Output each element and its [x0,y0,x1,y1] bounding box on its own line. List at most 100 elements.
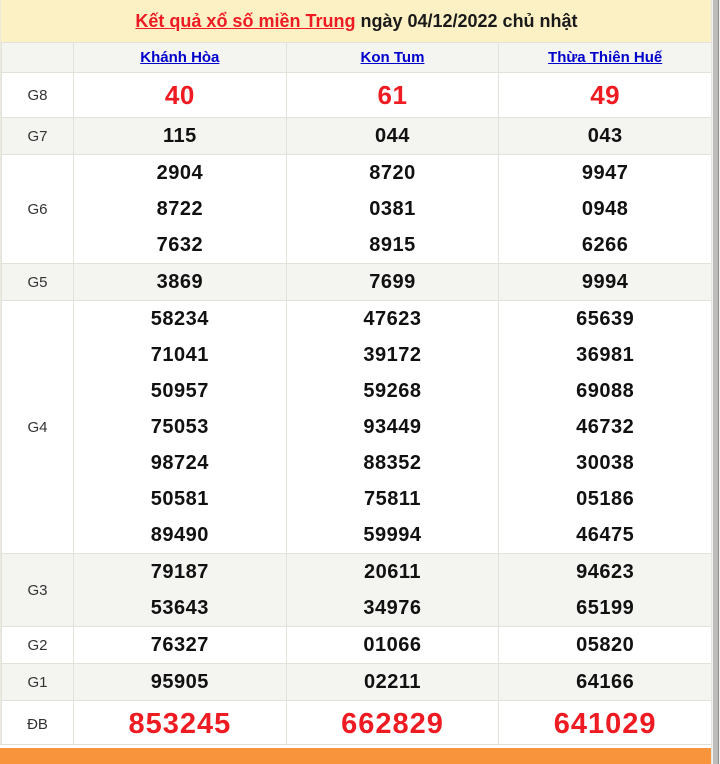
prize-cell: 662829 [285,700,500,748]
prize-number: 65199 [576,597,635,619]
prize-cell: 95905 [73,663,287,701]
header-corner-cell [1,42,74,73]
table-row: G3 79187 53643 20611 34976 94623 65199 [1,553,712,627]
table-row: ĐB 853245 662829 641029 [1,700,712,748]
prize-number: 30038 [576,452,635,474]
prize-number: 0948 [581,198,629,220]
title-link[interactable]: Kết quả xổ số miền Trung [135,11,355,31]
prize-number: 9947 [581,162,629,184]
prize-cell: 61 [285,72,500,118]
prize-number: 50581 [150,488,209,510]
page-title: Kết quả xổ số miền Trung ngày 04/12/2022… [1,0,712,42]
prize-number: 02211 [363,671,421,693]
table-row: G5 3869 7699 9994 [1,263,712,301]
prize-number: 46475 [576,524,635,546]
prize-number: 20611 [363,561,421,583]
prize-number: 115 [162,125,197,147]
prize-number: 36981 [576,344,635,366]
prize-cell: 01066 [285,626,500,664]
page: Kết quả xổ số miền Trung ngày 04/12/2022… [0,0,720,764]
content: Kết quả xổ số miền Trung ngày 04/12/2022… [0,0,712,748]
prize-label: G7 [1,117,74,155]
prize-cell: 05820 [498,626,712,664]
scrollbar-thumb[interactable] [713,0,719,764]
prize-cell: 115 [73,117,287,155]
prize-number: 39172 [363,344,422,366]
prize-number: 71041 [150,344,209,366]
prize-number: 01066 [363,634,422,656]
prize-number: 05186 [576,488,635,510]
prize-number: 46732 [576,416,635,438]
prize-cell: 044 [285,117,500,155]
prize-label: G6 [1,154,74,264]
prize-number: 7699 [369,271,416,293]
prize-cell: 7699 [285,263,500,301]
table-row: G7 115 044 043 [1,117,712,155]
prize-number: 043 [587,125,623,147]
prize-cell: 641029 [498,700,712,748]
prize-number: 95905 [150,671,209,693]
prize-label: G1 [1,663,74,701]
prize-cell: 043 [498,117,712,155]
scrollbar[interactable] [711,0,720,764]
prize-label: G3 [1,553,74,627]
prize-number: 9994 [581,271,629,293]
prize-number: 64166 [576,671,635,693]
results-table-body: G8 40 61 49 G7 115 044 043 G6 2904 8722 7632 8720 038… [1,72,712,748]
prize-number: 641029 [553,708,657,740]
prize-number: 8722 [156,198,204,220]
prize-number: 6266 [581,234,629,256]
prize-label: G4 [1,300,74,554]
column-header-link[interactable]: Khánh Hòa [140,49,219,66]
prize-number: 7632 [156,234,204,256]
column-header: Kon Tum [285,42,500,73]
prize-cell: 65639 36981 69088 46732 30038 05186 46475 [498,300,712,554]
table-row: G2 76327 01066 05820 [1,626,712,664]
column-header-link[interactable]: Thừa Thiên Huế [548,49,662,66]
table-row: G1 95905 02211 64166 [1,663,712,701]
prize-number: 69088 [576,380,635,402]
prize-number: 89490 [150,524,209,546]
title-date: ngày 04/12/2022 chủ nhật [355,11,578,31]
prize-number: 50957 [150,380,209,402]
results-table: Khánh Hòa Kon Tum Thừa Thiên Huế G8 40 61 49 G… [1,42,712,748]
prize-number: 044 [375,125,410,147]
prize-label: G8 [1,72,74,118]
bottom-orange-bar [0,748,712,764]
prize-number: 88352 [363,452,422,474]
prize-cell: 8720 0381 8915 [285,154,500,264]
prize-cell: 9947 0948 6266 [498,154,712,264]
prize-cell: 20611 34976 [285,553,500,627]
prize-cell: 02211 [285,663,500,701]
prize-cell: 94623 65199 [498,553,712,627]
prize-number: 59268 [363,380,422,402]
prize-number: 662829 [341,708,444,740]
prize-cell: 58234 71041 50957 75053 98724 50581 89490 [73,300,287,554]
prize-number: 05820 [576,634,635,656]
prize-number: 34976 [363,597,422,619]
prize-number: 98724 [150,452,209,474]
results-table-header-row: Khánh Hòa Kon Tum Thừa Thiên Huế [1,42,712,73]
prize-label: ĐB [1,700,74,748]
table-row: G6 2904 8722 7632 8720 0381 8915 9947 0948 6266 [1,154,712,264]
prize-cell: 76327 [73,626,287,664]
prize-number: 76327 [150,634,209,656]
column-header-link[interactable]: Kon Tum [361,49,425,66]
prize-cell: 853245 [73,700,287,748]
prize-number: 93449 [363,416,422,438]
prize-number: 0381 [369,198,416,220]
prize-number: 2904 [156,162,204,184]
prize-cell: 79187 53643 [73,553,287,627]
prize-number: 65639 [576,308,635,330]
prize-cell: 64166 [498,663,712,701]
prize-number: 8720 [369,162,416,184]
prize-number: 94623 [576,561,635,583]
column-header: Khánh Hòa [73,42,287,73]
prize-number: 79187 [150,561,209,583]
prize-cell: 40 [73,72,287,118]
prize-number: 61 [377,80,408,110]
prize-label: G2 [1,626,74,664]
prize-number: 47623 [363,308,422,330]
column-header: Thừa Thiên Huế [498,42,712,73]
prize-number: 75811 [363,488,421,510]
